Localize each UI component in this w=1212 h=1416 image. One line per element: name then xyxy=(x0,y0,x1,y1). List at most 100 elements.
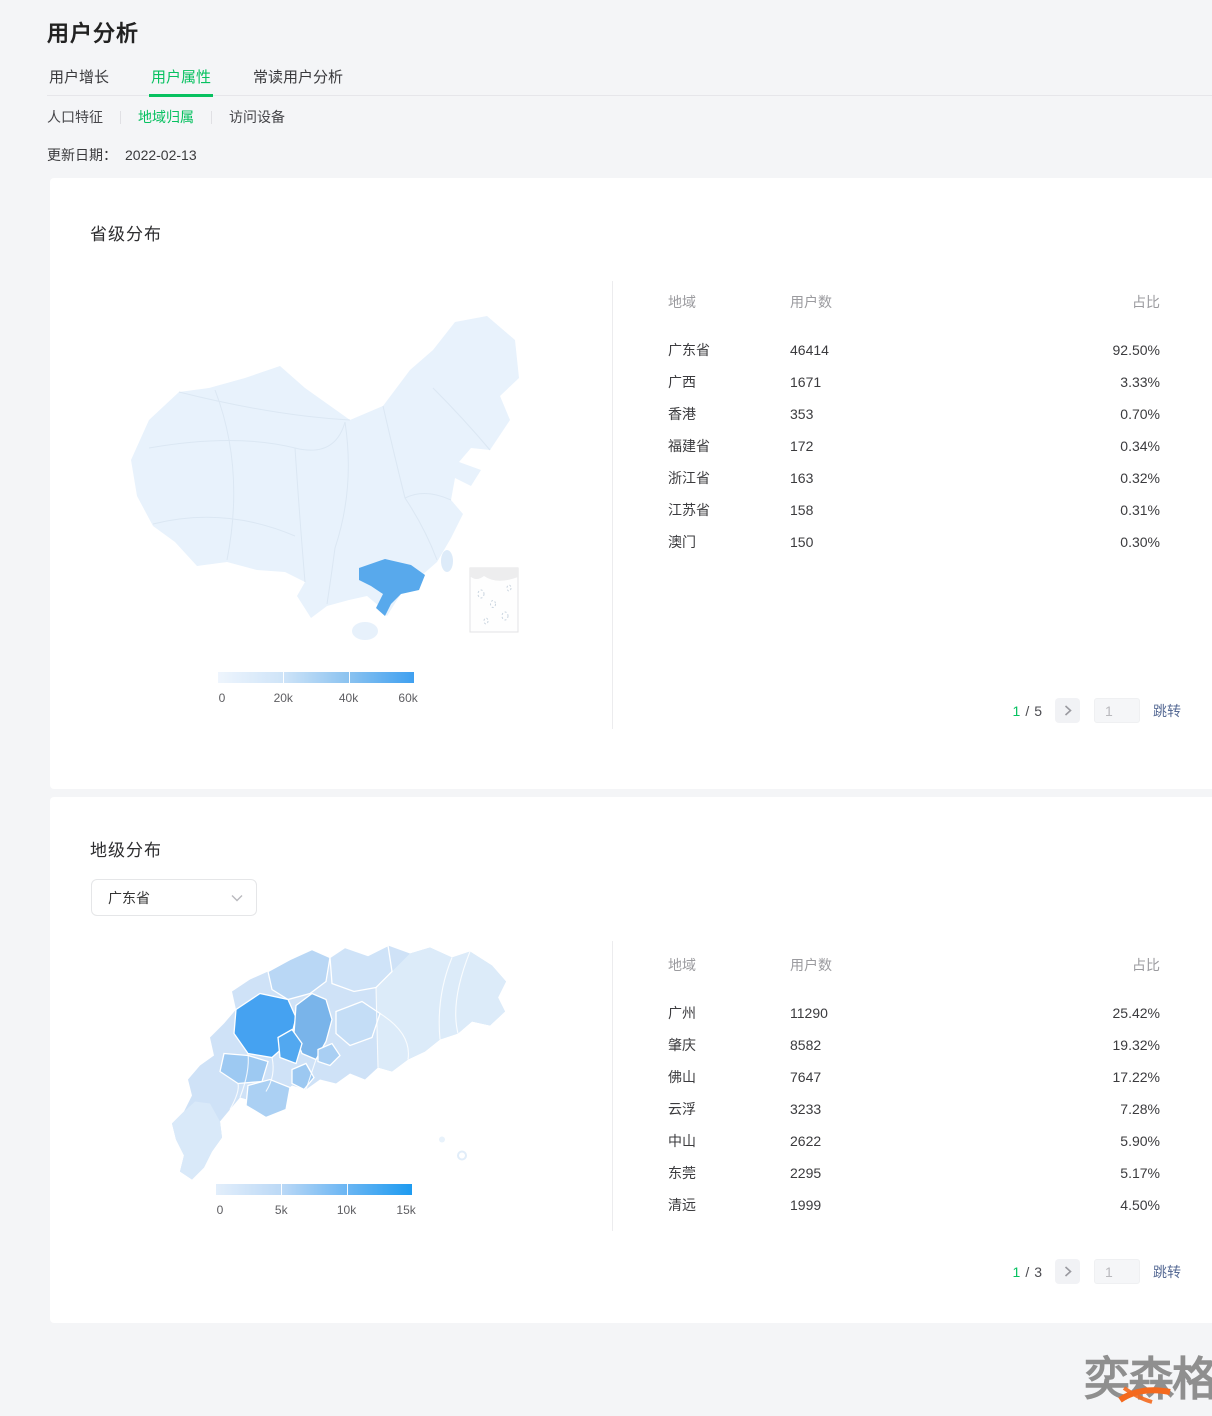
subtab-region[interactable]: 地域归属 xyxy=(138,107,194,127)
page-input[interactable] xyxy=(1094,698,1140,723)
table-row: 云浮 3233 7.28% xyxy=(668,1093,1160,1125)
province-table: 地域 用户数 占比 广东省 46414 92.50% 广西 1671 3.33%… xyxy=(668,294,1160,558)
page-separator: / xyxy=(1025,1264,1029,1280)
province-select[interactable]: 广东省 xyxy=(91,879,257,916)
china-map-svg xyxy=(95,298,575,658)
cell-pct: 92.50% xyxy=(950,342,1160,358)
cell-region: 广东省 xyxy=(668,340,790,360)
cell-users: 46414 xyxy=(790,342,950,358)
page-total: 5 xyxy=(1034,703,1042,719)
tab-user-attributes[interactable]: 用户属性 xyxy=(149,69,213,97)
tab-user-growth[interactable]: 用户增长 xyxy=(47,69,111,95)
next-page-button[interactable] xyxy=(1055,698,1080,723)
jump-link[interactable]: 跳转 xyxy=(1153,701,1181,721)
cell-users: 1999 xyxy=(790,1197,950,1213)
table-header-users: 用户数 xyxy=(790,957,950,973)
hainan-island xyxy=(352,622,378,640)
watermark-swoosh-icon xyxy=(1118,1384,1174,1404)
cell-region: 肇庆 xyxy=(668,1035,790,1055)
cell-pct: 0.32% xyxy=(950,470,1160,486)
cell-users: 150 xyxy=(790,534,950,550)
page-current: 1 xyxy=(1013,703,1021,719)
table-row: 浙江省 163 0.32% xyxy=(668,462,1160,494)
cell-pct: 0.34% xyxy=(950,438,1160,454)
page-separator: / xyxy=(1025,703,1029,719)
subtab-divider xyxy=(211,111,212,124)
cell-pct: 19.32% xyxy=(950,1037,1160,1053)
cell-users: 172 xyxy=(790,438,950,454)
taiwan-island xyxy=(441,550,453,572)
cell-users: 8582 xyxy=(790,1037,950,1053)
table-row: 东莞 2295 5.17% xyxy=(668,1157,1160,1189)
legend-city: 0 5k 10k 15k xyxy=(216,1184,412,1217)
legend-province: 0 20k 40k 60k xyxy=(218,672,414,705)
cell-users: 353 xyxy=(790,406,950,422)
table-row: 福建省 172 0.34% xyxy=(668,430,1160,462)
cell-pct: 4.50% xyxy=(950,1197,1160,1213)
cell-users: 2295 xyxy=(790,1165,950,1181)
tab-regular-readers[interactable]: 常读用户分析 xyxy=(251,69,345,95)
cell-region: 香港 xyxy=(668,404,790,424)
legend-tick: 15k xyxy=(396,1203,415,1217)
panel-divider xyxy=(612,941,613,1231)
table-header-region: 地域 xyxy=(668,294,790,310)
table-row: 江苏省 158 0.31% xyxy=(668,494,1160,526)
table-row: 广州 11290 25.42% xyxy=(668,997,1160,1029)
cell-pct: 0.31% xyxy=(950,502,1160,518)
guangdong-map-svg xyxy=(140,940,530,1188)
china-outline xyxy=(131,316,519,618)
page-total: 3 xyxy=(1034,1264,1042,1280)
next-page-button[interactable] xyxy=(1055,1259,1080,1284)
legend-tick: 40k xyxy=(339,691,358,705)
cell-pct: 17.22% xyxy=(950,1069,1160,1085)
jump-link[interactable]: 跳转 xyxy=(1153,1262,1181,1282)
china-map[interactable] xyxy=(95,298,575,658)
table-row: 清远 1999 4.50% xyxy=(668,1189,1160,1221)
table-row: 香港 353 0.70% xyxy=(668,398,1160,430)
cell-region: 江苏省 xyxy=(668,500,790,520)
table-header-row: 地域 用户数 占比 xyxy=(668,294,1160,310)
table-row: 澳门 150 0.30% xyxy=(668,526,1160,558)
legend-tick: 20k xyxy=(274,691,293,705)
update-date-label: 更新日期： xyxy=(47,147,117,163)
cell-pct: 5.17% xyxy=(950,1165,1160,1181)
page-current: 1 xyxy=(1013,1264,1021,1280)
chevron-down-icon xyxy=(231,894,243,902)
page-title: 用户分析 xyxy=(47,16,139,48)
cell-region: 东莞 xyxy=(668,1163,790,1183)
table-header-ratio: 占比 xyxy=(950,294,1160,310)
province-select-value: 广东省 xyxy=(108,888,150,908)
main-tabs: 用户增长 用户属性 常读用户分析 xyxy=(47,69,1212,96)
subtab-devices[interactable]: 访问设备 xyxy=(229,107,285,127)
legend-gradient xyxy=(218,672,414,683)
page-input[interactable] xyxy=(1094,1259,1140,1284)
subtab-demographics[interactable]: 人口特征 xyxy=(47,107,103,127)
city-panel-title: 地级分布 xyxy=(90,836,162,861)
small-island xyxy=(439,1137,445,1143)
legend-tick: 0 xyxy=(217,1203,224,1217)
cell-pct: 25.42% xyxy=(950,1005,1160,1021)
cell-users: 7647 xyxy=(790,1069,950,1085)
table-header-row: 地域 用户数 占比 xyxy=(668,957,1160,973)
legend-gradient xyxy=(216,1184,412,1195)
city-jiangmen xyxy=(246,1080,290,1118)
cell-users: 163 xyxy=(790,470,950,486)
chevron-right-icon xyxy=(1064,1266,1072,1277)
watermark-logo: 奕森格 xyxy=(1084,1356,1212,1416)
table-row: 广东省 46414 92.50% xyxy=(668,334,1160,366)
legend-tick: 10k xyxy=(337,1203,356,1217)
sub-tabs: 人口特征 地域归属 访问设备 xyxy=(47,107,285,127)
province-distribution-panel: 省级分布 xyxy=(50,178,1212,789)
cell-region: 澳门 xyxy=(668,532,790,552)
cell-pct: 0.30% xyxy=(950,534,1160,550)
cell-region: 中山 xyxy=(668,1131,790,1151)
city-distribution-panel: 地级分布 广东省 xyxy=(50,797,1212,1323)
map-inset-south-china-sea xyxy=(470,568,518,632)
cell-pct: 7.28% xyxy=(950,1101,1160,1117)
pagination-province: 1 / 5 跳转 xyxy=(1013,698,1181,723)
cell-region: 广州 xyxy=(668,1003,790,1023)
guangdong-map[interactable] xyxy=(140,940,530,1188)
update-date-row: 更新日期：2022-02-13 xyxy=(47,145,197,165)
cell-users: 3233 xyxy=(790,1101,950,1117)
legend-tick: 5k xyxy=(275,1203,288,1217)
